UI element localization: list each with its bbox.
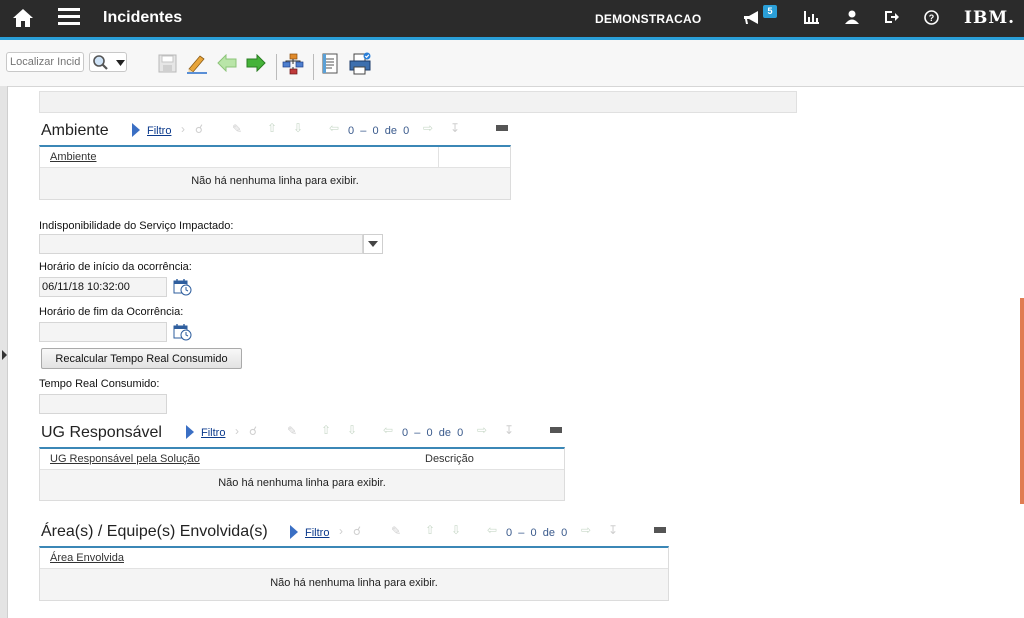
ug-section-title: UG Responsável bbox=[41, 424, 162, 441]
chevron-right-icon[interactable]: › bbox=[235, 424, 239, 438]
areas-table: Área Envolvida Não há nenhuma linha para… bbox=[39, 546, 669, 601]
ambiente-filter-link[interactable]: Filtro bbox=[147, 125, 171, 137]
minimize-section-button[interactable] bbox=[496, 125, 508, 131]
download-icon: ↧ bbox=[504, 423, 515, 437]
arrow-up-icon: ⇧ bbox=[425, 523, 436, 537]
search-icon: ☌ bbox=[195, 122, 204, 136]
clear-filter-icon: ✎ bbox=[232, 122, 243, 136]
arrow-down-icon: ⇩ bbox=[293, 121, 304, 135]
svg-text:?: ? bbox=[929, 13, 935, 23]
home-icon[interactable] bbox=[12, 8, 34, 28]
filter-expand-icon[interactable] bbox=[186, 425, 194, 439]
previous-page-icon: ⇦ bbox=[329, 121, 340, 135]
app-title: Incidentes bbox=[103, 9, 183, 26]
document-icon[interactable] bbox=[321, 53, 339, 75]
save-icon[interactable] bbox=[158, 54, 177, 73]
chevron-right-icon[interactable]: › bbox=[181, 122, 185, 136]
fim-field[interactable] bbox=[39, 322, 167, 342]
empty-message: Não há nenhuma linha para exibir. bbox=[270, 577, 438, 589]
table-header: Ambiente bbox=[40, 147, 510, 168]
ug-filter-link[interactable]: Filtro bbox=[201, 427, 225, 439]
areas-pager: 0 – 0 de 0 bbox=[506, 527, 568, 539]
column-header-descricao[interactable]: Descrição bbox=[425, 453, 474, 465]
areas-section-title: Área(s) / Equipe(s) Envolvida(s) bbox=[41, 523, 268, 540]
chevron-down-icon bbox=[116, 60, 125, 66]
fim-label: Horário de fim da Ocorrência: bbox=[39, 306, 184, 318]
dropdown-button[interactable] bbox=[363, 234, 383, 254]
indisponibilidade-select[interactable] bbox=[39, 234, 363, 254]
column-header-area[interactable]: Área Envolvida bbox=[50, 552, 124, 564]
tempo-label: Tempo Real Consumido: bbox=[39, 378, 160, 390]
toolbar-separator bbox=[276, 54, 277, 80]
workflow-icon[interactable] bbox=[282, 53, 304, 75]
ambiente-table: Ambiente Não há nenhuma linha para exibi… bbox=[39, 145, 511, 200]
print-icon[interactable] bbox=[348, 52, 372, 75]
areas-filter-link[interactable]: Filtro bbox=[305, 527, 329, 539]
ibm-logo: IBM. bbox=[964, 8, 1016, 28]
filter-expand-icon[interactable] bbox=[290, 525, 298, 539]
profile-icon[interactable] bbox=[845, 10, 859, 24]
search-icon bbox=[93, 55, 108, 70]
toolbar bbox=[0, 40, 1024, 87]
expand-arrow-icon[interactable] bbox=[2, 350, 7, 360]
megaphone-icon[interactable] bbox=[743, 11, 761, 25]
calendar-icon[interactable] bbox=[173, 323, 192, 341]
next-page-icon: ⇨ bbox=[477, 423, 488, 437]
next-arrow-icon[interactable] bbox=[246, 54, 266, 72]
sign-out-icon[interactable] bbox=[884, 10, 900, 24]
top-bar: Incidentes DEMONSTRACAO 5 ? IBM. bbox=[0, 0, 1024, 40]
search-button[interactable] bbox=[89, 52, 127, 72]
user-name[interactable]: DEMONSTRACAO bbox=[595, 12, 701, 26]
empty-message: Não há nenhuma linha para exibir. bbox=[218, 477, 386, 489]
filter-expand-icon[interactable] bbox=[132, 123, 140, 137]
indisponibilidade-label: Indisponibilidade do Serviço Impactado: bbox=[39, 220, 234, 232]
clear-filter-icon: ✎ bbox=[391, 524, 402, 538]
table-header: UG Responsável pela Solução Descrição bbox=[40, 449, 564, 470]
inicio-field[interactable]: 06/11/18 10:32:00 bbox=[39, 277, 167, 297]
minimize-section-button[interactable] bbox=[654, 527, 666, 533]
ambiente-pager: 0 – 0 de 0 bbox=[348, 125, 410, 137]
table-header: Área Envolvida bbox=[40, 548, 668, 569]
tempo-field[interactable] bbox=[39, 394, 167, 414]
reports-icon[interactable] bbox=[804, 11, 819, 24]
chevron-right-icon[interactable]: › bbox=[339, 524, 343, 538]
ug-table: UG Responsável pela Solução Descrição Nã… bbox=[39, 447, 565, 501]
arrow-up-icon: ⇧ bbox=[321, 423, 332, 437]
toolbar-separator bbox=[313, 54, 314, 80]
notification-badge: 5 bbox=[763, 5, 777, 18]
ambiente-section-title: Ambiente bbox=[41, 122, 109, 139]
search-icon: ☌ bbox=[353, 524, 362, 538]
recalcular-button[interactable]: Recalcular Tempo Real Consumido bbox=[41, 348, 242, 369]
download-icon: ↧ bbox=[450, 121, 461, 135]
search-input[interactable] bbox=[6, 52, 84, 72]
arrow-down-icon: ⇩ bbox=[347, 423, 358, 437]
menu-icon[interactable] bbox=[58, 8, 80, 26]
previous-page-icon: ⇦ bbox=[487, 523, 498, 537]
empty-message: Não há nenhuma linha para exibir. bbox=[191, 175, 359, 187]
download-icon: ↧ bbox=[608, 523, 619, 537]
previous-arrow-icon[interactable] bbox=[217, 54, 237, 72]
column-header-ambiente[interactable]: Ambiente bbox=[50, 151, 96, 163]
chevron-down-icon bbox=[368, 241, 378, 247]
arrow-down-icon: ⇩ bbox=[451, 523, 462, 537]
previous-page-icon: ⇦ bbox=[383, 423, 394, 437]
previous-section-field bbox=[39, 91, 797, 113]
next-page-icon: ⇨ bbox=[423, 121, 434, 135]
search-icon: ☌ bbox=[249, 424, 258, 438]
arrow-up-icon: ⇧ bbox=[267, 121, 278, 135]
scrollbar-thumb[interactable] bbox=[1020, 298, 1024, 504]
column-header-ug[interactable]: UG Responsável pela Solução bbox=[50, 453, 200, 465]
edit-icon[interactable] bbox=[186, 53, 208, 74]
inicio-label: Horário de início da ocorrência: bbox=[39, 261, 192, 273]
ug-pager: 0 – 0 de 0 bbox=[402, 427, 464, 439]
help-icon[interactable]: ? bbox=[924, 10, 939, 25]
clear-filter-icon: ✎ bbox=[287, 424, 298, 438]
minimize-section-button[interactable] bbox=[550, 427, 562, 433]
calendar-icon[interactable] bbox=[173, 278, 192, 296]
next-page-icon: ⇨ bbox=[581, 523, 592, 537]
